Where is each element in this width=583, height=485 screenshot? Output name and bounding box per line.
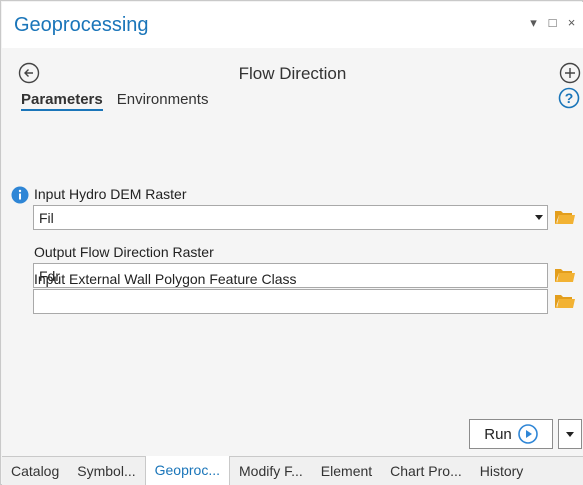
bottom-tab-modify-features[interactable]: Modify F... (230, 457, 312, 485)
folder-icon[interactable] (554, 266, 576, 284)
bottom-tab-symbology[interactable]: Symbol... (68, 457, 144, 485)
bottom-tab-history[interactable]: History (471, 457, 533, 485)
run-button[interactable]: Run (469, 419, 553, 449)
geoprocessing-pane: Geoprocessing ▾ □ × Flow Direction Param… (0, 0, 583, 485)
input-dem-value: Fil (39, 210, 54, 226)
pin-dropdown-icon[interactable]: ▾ (528, 16, 539, 29)
tool-tabs: Parameters Environments (21, 91, 208, 111)
close-icon[interactable]: × (566, 16, 577, 29)
run-play-icon (517, 424, 538, 444)
maximize-icon[interactable]: □ (547, 16, 558, 29)
run-options-dropdown[interactable] (558, 419, 582, 449)
pane-header: Geoprocessing ▾ □ × (2, 2, 583, 48)
param-label-output-fdr: Output Flow Direction Raster (34, 244, 214, 260)
add-icon[interactable] (559, 62, 581, 84)
svg-text:?: ? (565, 90, 574, 106)
folder-icon[interactable] (554, 208, 576, 226)
param-label-input-dem: Input Hydro DEM Raster (34, 186, 187, 202)
tab-environments[interactable]: Environments (117, 91, 209, 111)
dropdown-arrow-icon[interactable] (535, 215, 543, 220)
external-wall-field[interactable] (33, 289, 548, 314)
bottom-tab-geoprocessing[interactable]: Geoproc... (144, 456, 230, 485)
pane-controls: ▾ □ × (528, 16, 577, 29)
info-icon[interactable] (11, 186, 29, 204)
help-icon[interactable]: ? (558, 87, 580, 109)
input-dem-field[interactable]: Fil (33, 205, 548, 230)
bottom-tab-catalog[interactable]: Catalog (2, 457, 68, 485)
bottom-tab-chart-properties[interactable]: Chart Pro... (381, 457, 471, 485)
bottom-tab-bar: Catalog Symbol... Geoproc... Modify F...… (2, 456, 583, 485)
bottom-tab-element[interactable]: Element (312, 457, 381, 485)
tool-title: Flow Direction (238, 64, 347, 83)
tab-parameters[interactable]: Parameters (21, 91, 103, 111)
pane-title: Geoprocessing (14, 14, 149, 36)
folder-icon[interactable] (554, 292, 576, 310)
run-label: Run (484, 425, 512, 443)
param-label-external-wall: Input External Wall Polygon Feature Clas… (34, 271, 297, 287)
